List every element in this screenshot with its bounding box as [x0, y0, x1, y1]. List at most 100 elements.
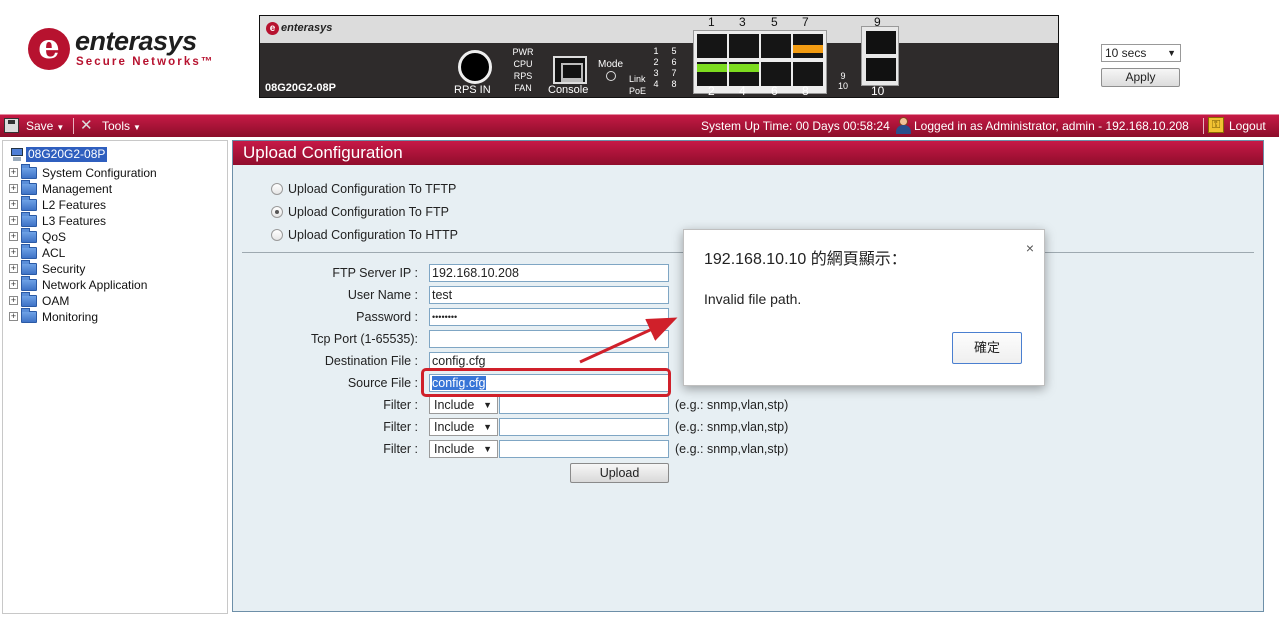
tree-item-label[interactable]: Monitoring: [42, 310, 98, 324]
led-num-9: 9: [840, 71, 846, 81]
console-label: Console: [548, 84, 589, 96]
tree-item-l3-features[interactable]: + L3 Features: [9, 212, 224, 229]
console-port-icon: [553, 56, 587, 84]
filter-label: Filter :: [383, 420, 418, 434]
port-2: [697, 62, 727, 86]
tree-item-monitoring[interactable]: + Monitoring: [9, 308, 224, 325]
tools-icon[interactable]: ✕: [80, 116, 93, 134]
logout-key-icon[interactable]: ⚿: [1208, 117, 1224, 133]
radio-button[interactable]: [271, 229, 283, 241]
tree-item-label[interactable]: Security: [42, 262, 85, 276]
led-num: 2: [653, 57, 659, 67]
logo-tagline: Secure Networks™: [76, 56, 215, 68]
filter-hint: (e.g.: snmp,vlan,stp): [675, 442, 789, 456]
expand-plus-icon[interactable]: +: [9, 184, 18, 193]
tools-menu[interactable]: Tools ▼: [102, 119, 141, 133]
tree-item-qos[interactable]: + QoS: [9, 228, 224, 245]
folder-icon: [21, 292, 37, 307]
tree-item-label[interactable]: Network Application: [42, 278, 147, 292]
tree-item-oam[interactable]: + OAM: [9, 292, 224, 309]
tcp-port-label: Tcp Port (1-65535):: [311, 332, 418, 346]
dropdown-arrow-icon: ▼: [483, 444, 492, 454]
password-input[interactable]: ••••••••: [429, 308, 669, 326]
close-icon[interactable]: ×: [1026, 240, 1034, 256]
switch-icon: [10, 148, 24, 162]
port-num-4: 4: [739, 84, 746, 98]
filter-input-2[interactable]: [499, 418, 669, 436]
filter-select-1[interactable]: Include ▼: [429, 396, 498, 414]
port-8: [793, 62, 823, 86]
tree-item-acl[interactable]: + ACL: [9, 244, 224, 261]
device-brand: e enterasys: [266, 22, 332, 35]
expand-plus-icon[interactable]: +: [9, 200, 18, 209]
logout-link[interactable]: Logout: [1229, 119, 1266, 133]
mode-label: Mode: [598, 59, 624, 70]
annotation-highlight-box: [421, 368, 671, 397]
tree-item-security[interactable]: + Security: [9, 260, 224, 277]
folder-icon: [21, 308, 37, 323]
led-num: 1: [653, 46, 659, 56]
expand-plus-icon[interactable]: +: [9, 312, 18, 321]
port-4: [729, 62, 759, 86]
led-fan: FAN: [514, 83, 532, 93]
upload-button[interactable]: Upload: [570, 463, 669, 483]
refresh-interval-select[interactable]: 10 secs ▼: [1101, 44, 1181, 62]
filter-input-3[interactable]: [499, 440, 669, 458]
port-3: [729, 34, 759, 58]
tree-item-label[interactable]: L3 Features: [42, 214, 106, 228]
tree-item-label[interactable]: QoS: [42, 230, 66, 244]
toolbar-separator: [1203, 118, 1204, 134]
filter-select-2[interactable]: Include ▼: [429, 418, 498, 436]
sfp-port-block: [861, 26, 899, 86]
expand-plus-icon[interactable]: +: [9, 296, 18, 305]
filter-input-1[interactable]: [499, 396, 669, 414]
rps-label: RPS IN: [454, 84, 491, 96]
tcp-port-input[interactable]: [429, 330, 669, 348]
expand-plus-icon[interactable]: +: [9, 168, 18, 177]
expand-plus-icon[interactable]: +: [9, 264, 18, 273]
expand-plus-icon[interactable]: +: [9, 280, 18, 289]
folder-icon: [21, 260, 37, 275]
tree-item-network-application[interactable]: + Network Application: [9, 276, 224, 293]
dropdown-arrow-icon: ▼: [483, 422, 492, 432]
filter-option: Include: [434, 420, 475, 434]
tree-item-l2-features[interactable]: + L2 Features: [9, 196, 224, 213]
mode-button-icon: [606, 71, 616, 81]
port-1: [697, 34, 727, 58]
filter-hint: (e.g.: snmp,vlan,stp): [675, 420, 789, 434]
user-name-input[interactable]: test: [429, 286, 669, 304]
tree-item-label[interactable]: OAM: [42, 294, 69, 308]
led-num: 6: [671, 57, 677, 67]
expand-plus-icon[interactable]: +: [9, 248, 18, 257]
filter-hint: (e.g.: snmp,vlan,stp): [675, 398, 789, 412]
sfp-num-10: 10: [871, 84, 885, 98]
filter-select-3[interactable]: Include ▼: [429, 440, 498, 458]
save-menu[interactable]: Save ▼: [26, 119, 64, 133]
expand-plus-icon[interactable]: +: [9, 216, 18, 225]
save-icon[interactable]: [4, 118, 19, 133]
tree-item-label[interactable]: ACL: [42, 246, 65, 260]
system-uptime: System Up Time: 00 Days 00:58:24: [701, 119, 890, 133]
port-num-1: 1: [708, 15, 715, 29]
port-7: [793, 34, 823, 58]
apply-button[interactable]: Apply: [1101, 68, 1180, 87]
led-num: 8: [671, 79, 677, 89]
tree-item-label[interactable]: L2 Features: [42, 198, 106, 212]
led-num: 3: [653, 68, 659, 78]
radio-button-checked[interactable]: [271, 206, 283, 218]
led-num: 4: [653, 79, 659, 89]
password-label: Password :: [356, 310, 418, 324]
ok-button[interactable]: 確定: [952, 332, 1022, 364]
tree-item-label[interactable]: System Configuration: [42, 166, 157, 180]
tree-item-label[interactable]: Management: [42, 182, 112, 196]
radio-button[interactable]: [271, 183, 283, 195]
tree-item-system-configuration[interactable]: + System Configuration: [9, 164, 224, 181]
navigation-tree: 08G20G2-08P + System Configuration + Manag…: [2, 140, 228, 614]
alert-dialog: 192.168.10.10 的網頁顯示： × Invalid file path…: [683, 229, 1045, 386]
tree-root-label[interactable]: 08G20G2-08P: [26, 147, 108, 162]
ftp-server-ip-input[interactable]: 192.168.10.208: [429, 264, 669, 282]
expand-plus-icon[interactable]: +: [9, 232, 18, 241]
tree-item-management[interactable]: + Management: [9, 180, 224, 197]
radio-label: Upload Configuration To TFTP: [288, 182, 457, 196]
port-7-led: [793, 45, 823, 53]
